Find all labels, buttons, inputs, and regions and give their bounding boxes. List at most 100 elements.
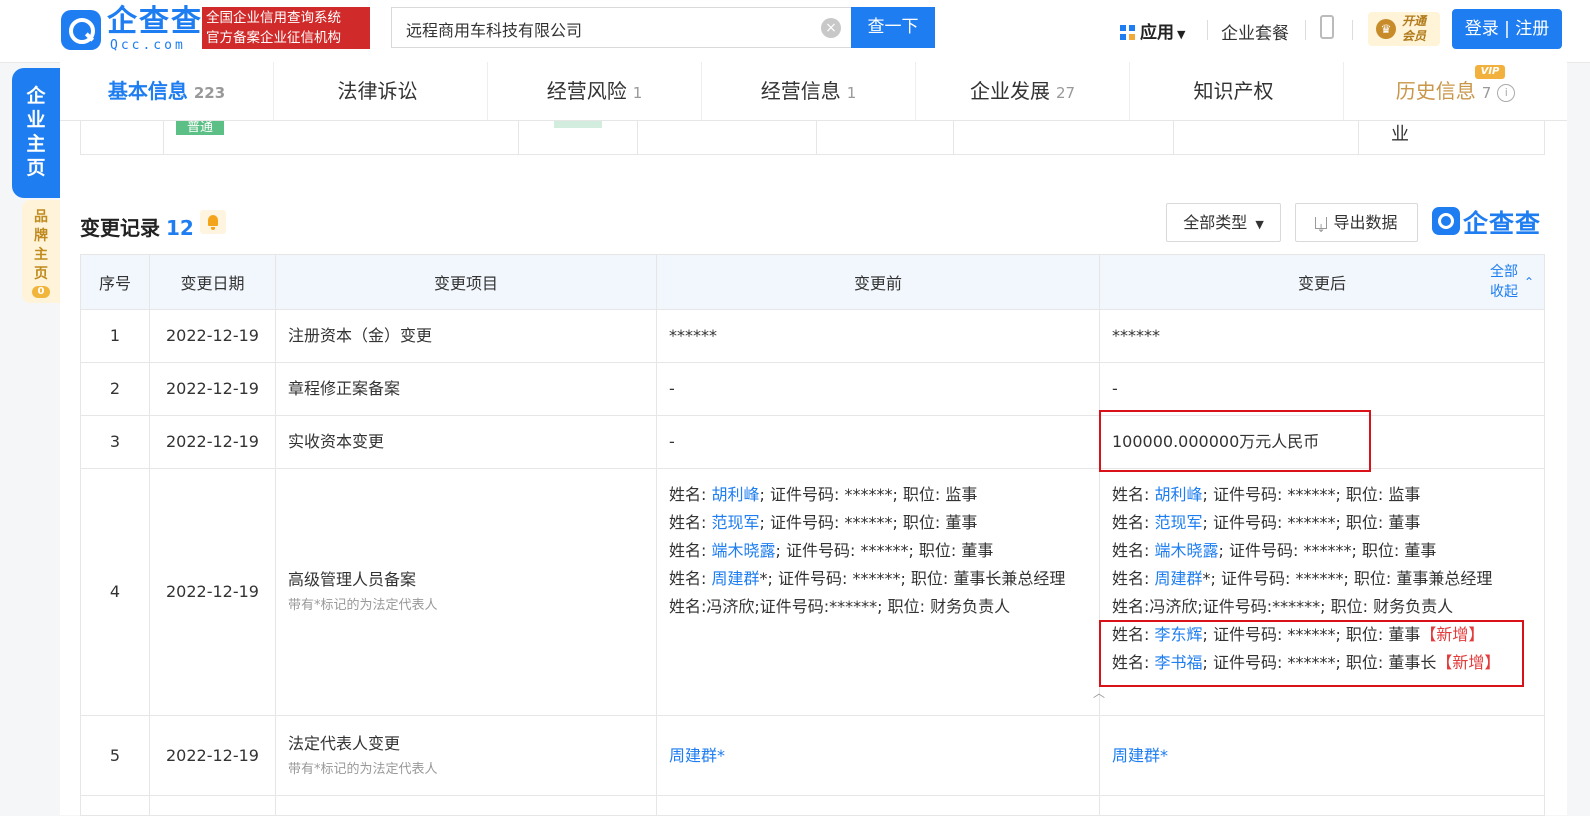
logo-text[interactable]: 企查查 (107, 5, 203, 39)
person-line: 姓名: 端木晓露; 证件号码: ******; 职位: 董事 (1112, 537, 1532, 565)
person-link[interactable]: 周建群 (1154, 569, 1202, 588)
login-register-button[interactable]: 登录 | 注册 (1452, 9, 1562, 49)
person-line: 姓名: 周建群*; 证件号码: ******; 职位: 董事长兼总经理 (669, 565, 1087, 593)
row-before: - (656, 362, 1100, 416)
tab-label: 经营信息 (760, 79, 841, 103)
person-prefix: 姓名: (1112, 541, 1155, 560)
new-tag: 【新增】 (1436, 653, 1501, 672)
tab-basic-info[interactable]: 基本信息 223 (60, 62, 274, 120)
clear-icon[interactable]: × (821, 18, 841, 38)
tab-development[interactable]: 企业发展 27 (916, 62, 1130, 120)
tab-ip[interactable]: 知识产权 (1130, 62, 1344, 120)
status-tag (554, 120, 602, 128)
tab-label: 经营风险 (546, 79, 627, 103)
person-prefix: 姓名: (669, 569, 712, 588)
person-line: 姓名:冯济欣;证件号码:******; 职位: 财务负责人 (1112, 593, 1532, 621)
tab-risk[interactable]: 经营风险 1 (488, 62, 702, 120)
side-char: 主 (34, 247, 48, 263)
tab-label: 知识产权 (1193, 79, 1274, 103)
tab-count: 1 (632, 84, 643, 102)
row-item: 章程修正案备案 (275, 362, 657, 416)
tab-history[interactable]: 历史信息 7 i (1344, 62, 1567, 120)
header-divider (1352, 20, 1353, 40)
person-prefix: 姓名:冯济欣;证件号码:******; 职位: 财务负责人 (1112, 597, 1454, 616)
open-vip-button[interactable]: ♛ 开通 会员 (1368, 12, 1440, 46)
tab-operation[interactable]: 经营信息 1 (702, 62, 916, 120)
row-before: ****** (656, 309, 1100, 363)
search-button[interactable]: 查一下 (851, 7, 935, 48)
person-link[interactable]: 周建群 (711, 569, 759, 588)
empty-cell (656, 795, 1100, 816)
type-filter-dropdown[interactable]: 全部类型 ▼ (1166, 203, 1281, 242)
phone-icon[interactable] (1320, 15, 1334, 39)
person-link[interactable]: 端木晓露 (711, 541, 775, 560)
person-link[interactable]: 周建群* (669, 746, 725, 765)
qcc-logo-icon[interactable] (61, 10, 101, 50)
apps-menu[interactable]: 应用 ▼ (1120, 18, 1185, 43)
row-date: 2022-12-19 (149, 362, 276, 416)
logo-subtext: Qcc.com (110, 38, 186, 53)
person-link[interactable]: 李东辉 (1154, 625, 1202, 644)
tab-label: 法律诉讼 (337, 79, 418, 103)
person-detail: ; 证件号码: ******; 职位: 董事 (1202, 513, 1421, 532)
official-badge: 全国企业信用查询系统 官方备案企业征信机构 (202, 7, 370, 49)
search-input[interactable] (392, 8, 828, 49)
vip-line-2: 会员 (1402, 29, 1427, 43)
side-tab-brand-home[interactable]: 品 牌 主 页 0 (22, 200, 60, 303)
person-line: 姓名:冯济欣;证件号码:******; 职位: 财务负责人 (669, 593, 1087, 621)
row-after-people: 姓名: 胡利峰; 证件号码: ******; 职位: 监事 姓名: 范现军; 证… (1099, 468, 1545, 716)
tab-count: 27 (1055, 84, 1076, 102)
person-line: 姓名: 周建群*; 证件号码: ******; 职位: 董事兼总经理 (1112, 565, 1532, 593)
brand-count-badge: 0 (32, 286, 50, 298)
table-row (80, 795, 1545, 816)
collapse-line-1: 全部 (1490, 264, 1518, 280)
person-link[interactable]: 范现军 (1154, 513, 1202, 532)
info-icon[interactable]: i (1497, 84, 1516, 102)
row-item: 实收资本变更 (275, 415, 657, 469)
person-link[interactable]: 李书福 (1154, 653, 1202, 672)
export-button[interactable]: 导出数据 (1295, 203, 1418, 247)
person-link[interactable]: 周建群* (1112, 746, 1168, 765)
person-prefix: 姓名: (1112, 513, 1155, 532)
person-line: 姓名: 范现军; 证件号码: ******; 职位: 董事 (1112, 509, 1532, 537)
cell-divider (816, 120, 817, 154)
person-link[interactable]: 胡利峰 (1154, 485, 1202, 504)
badge-line-2: 官方备案企业征信机构 (206, 30, 341, 46)
side-char: 主 (26, 133, 46, 155)
row-item: 高级管理人员备案 (288, 570, 417, 589)
empty-cell (80, 795, 150, 816)
bell-icon[interactable] (200, 210, 226, 234)
chevron-up-icon[interactable]: ︿ (1093, 684, 1105, 701)
empty-cell (1099, 795, 1545, 816)
collapse-all-toggle[interactable]: 全部 收起 ⌃ (1490, 262, 1534, 302)
suite-link[interactable]: 企业套餐 (1221, 19, 1289, 44)
legal-rep-note: 带有*标记的为法定代表人 (288, 761, 438, 777)
row-date: 2022-12-19 (149, 415, 276, 469)
person-detail: ; 证件号码: ******; 职位: 董事 (1218, 541, 1437, 560)
row-before-people: 姓名: 胡利峰; 证件号码: ******; 职位: 监事 姓名: 范现军; 证… (656, 468, 1100, 716)
row-after: - (1099, 362, 1545, 416)
type-filter-label: 全部类型 (1183, 213, 1248, 232)
tab-legal[interactable]: 法律诉讼 (274, 62, 488, 120)
person-line-new: 姓名: 李东辉; 证件号码: ******; 职位: 董事【新增】 (1112, 621, 1532, 649)
table-row: 4 2022-12-19 高级管理人员备案 带有*标记的为法定代表人 姓名: 胡… (80, 468, 1545, 716)
person-link[interactable]: 端木晓露 (1154, 541, 1218, 560)
section-count: 12 (166, 216, 194, 240)
person-prefix: 姓名: (669, 513, 712, 532)
side-tab-company-home[interactable]: 企 业 主 页 (12, 68, 60, 198)
person-link[interactable]: 胡利峰 (711, 485, 759, 504)
person-detail: ; 证件号码: ******; 职位: 监事 (759, 485, 978, 504)
cell-divider (637, 120, 638, 154)
collapse-line-2: 收起 (1490, 284, 1518, 300)
person-prefix: 姓名: (1112, 485, 1155, 504)
person-prefix: 姓名: (1112, 653, 1155, 672)
row-before: - (656, 415, 1100, 469)
person-link[interactable]: 范现军 (711, 513, 759, 532)
row-no: 4 (80, 468, 150, 716)
caret-down-icon: ▼ (1255, 218, 1264, 231)
watermark-text: 企查查 (1463, 209, 1542, 238)
row-after: 周建群* (1099, 715, 1545, 796)
table-header-row: 序号 变更日期 变更项目 变更前 变更后 全部 收起 ⌃ (80, 254, 1545, 310)
legal-rep-note: 带有*标记的为法定代表人 (288, 598, 438, 613)
export-icon (1315, 210, 1328, 247)
